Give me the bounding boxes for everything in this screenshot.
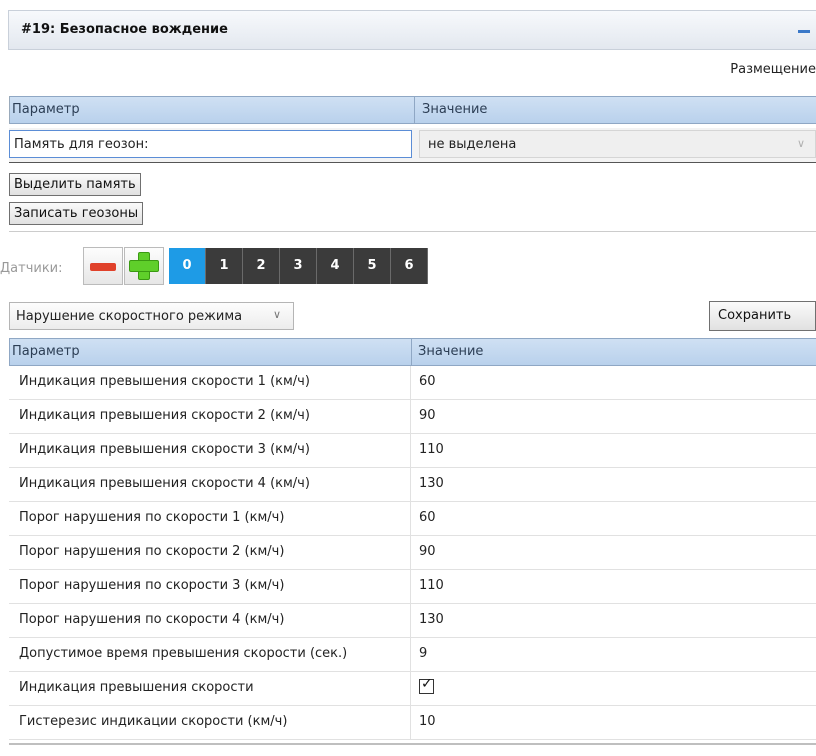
write-geozones-button[interactable]: Записать геозоны	[9, 202, 144, 225]
sensor-tab-4[interactable]: 4	[317, 248, 354, 284]
safe-driving-panel: #19: Безопасное вождение Размещение Пара…	[0, 0, 816, 756]
memory-header-value: Значение	[422, 102, 488, 117]
memory-label-field[interactable]: Память для геозон:	[9, 130, 412, 158]
table-row[interactable]: Порог нарушения по скорости 3 (км/ч) 110	[9, 570, 816, 604]
param-value[interactable]: 10	[419, 714, 436, 729]
speed-indication-checkbox[interactable]: ✓	[419, 676, 434, 694]
params-header-value: Значение	[418, 344, 484, 359]
table-row[interactable]: Индикация превышения скорости ✓	[9, 672, 816, 706]
param-value[interactable]: 9	[419, 646, 427, 661]
param-name: Порог нарушения по скорости 2 (км/ч)	[19, 544, 285, 559]
param-value[interactable]: 130	[419, 612, 444, 627]
param-name: Допустимое время превышения скорости (се…	[19, 646, 348, 661]
params-header-param: Параметр	[12, 344, 80, 359]
param-value[interactable]: 60	[419, 510, 436, 525]
chevron-down-icon: ∨	[272, 308, 281, 321]
param-name: Индикация превышения скорости 4 (км/ч)	[19, 476, 310, 491]
params-table: Параметр Значение Индикация превышения с…	[9, 338, 816, 740]
sensor-tabs: 0 1 2 3 4 5 6	[169, 248, 428, 284]
params-table-header: Параметр Значение	[9, 338, 816, 366]
param-name: Порог нарушения по скорости 4 (км/ч)	[19, 612, 285, 627]
memory-actions: Выделить память Записать геозоны	[9, 163, 816, 232]
param-name: Индикация превышения скорости 2 (км/ч)	[19, 408, 310, 423]
param-value[interactable]: 130	[419, 476, 444, 491]
panel-title: #19: Безопасное вождение	[21, 22, 228, 37]
param-name: Индикация превышения скорости 3 (км/ч)	[19, 442, 310, 457]
table-row[interactable]: Индикация превышения скорости 4 (км/ч) 1…	[9, 468, 816, 502]
memory-header-param: Параметр	[12, 102, 80, 117]
allocate-memory-button[interactable]: Выделить память	[9, 173, 141, 196]
chevron-down-icon: ∨	[796, 137, 805, 150]
table-row[interactable]: Допустимое время превышения скорости (се…	[9, 638, 816, 672]
minimize-icon[interactable]	[798, 30, 810, 33]
param-name: Гистерезис индикации скорости (км/ч)	[19, 714, 288, 729]
table-row[interactable]: Порог нарушения по скорости 1 (км/ч) 60	[9, 502, 816, 536]
mode-dropdown[interactable]: Нарушение скоростного режима ∨	[9, 302, 294, 330]
minus-icon	[90, 263, 116, 271]
param-value[interactable]: 110	[419, 578, 444, 593]
param-name: Индикация превышения скорости	[19, 680, 254, 695]
checkmark-icon: ✓	[421, 676, 433, 692]
table-row[interactable]: Индикация превышения скорости 1 (км/ч) 6…	[9, 366, 816, 400]
panel-title-bar: #19: Безопасное вождение	[8, 10, 816, 50]
memory-value-text: не выделена	[428, 137, 517, 152]
param-name: Индикация превышения скорости 1 (км/ч)	[19, 374, 310, 389]
placement-link[interactable]: Размещение	[730, 62, 816, 77]
add-sensor-button[interactable]	[124, 247, 164, 285]
param-value[interactable]: 90	[419, 544, 436, 559]
sensor-tab-6[interactable]: 6	[391, 248, 428, 284]
table-row[interactable]: Порог нарушения по скорости 4 (км/ч) 130	[9, 604, 816, 638]
mode-dropdown-value: Нарушение скоростного режима	[16, 309, 243, 324]
save-button[interactable]: Сохранить	[709, 301, 816, 331]
param-value[interactable]: 60	[419, 374, 436, 389]
sensor-tab-2[interactable]: 2	[243, 248, 280, 284]
sensor-tab-1[interactable]: 1	[206, 248, 243, 284]
column-divider	[414, 97, 415, 123]
table-row[interactable]: Индикация превышения скорости 3 (км/ч) 1…	[9, 434, 816, 468]
sensor-tab-5[interactable]: 5	[354, 248, 391, 284]
param-value[interactable]: 90	[419, 408, 436, 423]
remove-sensor-button[interactable]	[83, 247, 123, 285]
param-name: Порог нарушения по скорости 3 (км/ч)	[19, 578, 285, 593]
param-name: Порог нарушения по скорости 1 (км/ч)	[19, 510, 285, 525]
memory-row: Память для геозон: не выделена ∨	[9, 128, 816, 163]
table-row[interactable]: Порог нарушения по скорости 2 (км/ч) 90	[9, 536, 816, 570]
sensor-tab-0[interactable]: 0	[169, 248, 206, 284]
memory-grid: Параметр Значение	[9, 96, 816, 124]
sensors-label: Датчики:	[0, 261, 63, 276]
divider	[9, 743, 816, 745]
memory-grid-header: Параметр Значение	[10, 96, 816, 124]
sensor-tab-3[interactable]: 3	[280, 248, 317, 284]
memory-value-select[interactable]: не выделена ∨	[419, 130, 816, 158]
table-row[interactable]: Индикация превышения скорости 2 (км/ч) 9…	[9, 400, 816, 434]
column-divider	[411, 339, 412, 365]
table-row[interactable]: Гистерезис индикации скорости (км/ч) 10	[9, 706, 816, 740]
param-value[interactable]: 110	[419, 442, 444, 457]
